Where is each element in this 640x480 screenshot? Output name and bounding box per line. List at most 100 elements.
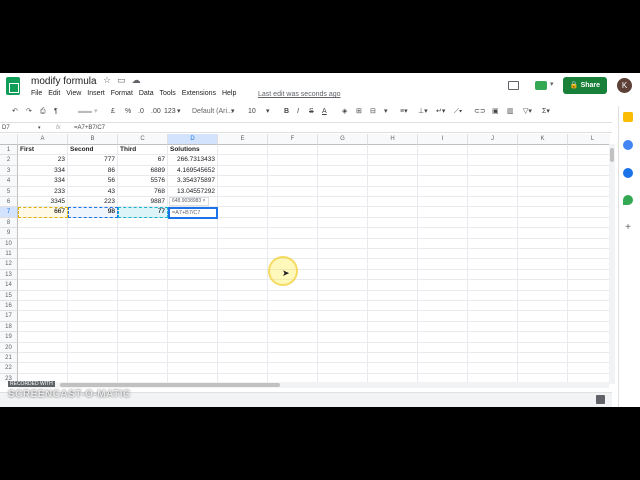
cell-k21[interactable] <box>518 353 568 364</box>
cell-j17[interactable] <box>468 311 518 322</box>
cell-h19[interactable] <box>368 332 418 343</box>
cell-c12[interactable] <box>118 259 168 270</box>
cell-h12[interactable] <box>368 259 418 270</box>
cell-k3[interactable] <box>518 165 568 177</box>
cell-c5[interactable]: 768 <box>118 186 168 197</box>
more-formats-button[interactable]: 123 <box>164 106 176 118</box>
cell-b1[interactable]: Second <box>68 145 118 156</box>
cell-d5[interactable]: 13.04557292 <box>168 186 218 197</box>
cell-k12[interactable] <box>518 259 568 270</box>
cell-l12[interactable] <box>568 259 610 270</box>
cell-e16[interactable] <box>218 301 268 312</box>
cell-l18[interactable] <box>568 322 610 333</box>
cell-b15[interactable] <box>68 290 118 301</box>
cell-a20[interactable] <box>18 342 68 353</box>
cell-a13[interactable] <box>18 269 68 281</box>
cell-c10[interactable] <box>118 238 168 249</box>
currency-format-button[interactable]: £ <box>111 106 115 118</box>
row-header-20[interactable]: 20 <box>0 342 18 353</box>
chart-icon[interactable]: ▥ <box>507 106 514 118</box>
cell-l11[interactable] <box>568 249 610 260</box>
cell-d20[interactable] <box>168 342 218 353</box>
cell-c11[interactable] <box>118 249 168 260</box>
cell-c14[interactable] <box>118 280 168 291</box>
cell-i11[interactable] <box>418 249 468 260</box>
cell-i14[interactable] <box>418 280 468 291</box>
contacts-icon[interactable] <box>623 168 633 178</box>
cell-g4[interactable] <box>318 176 368 187</box>
column-header-h[interactable]: H <box>368 134 418 145</box>
cell-c13[interactable] <box>118 269 168 281</box>
cell-i16[interactable] <box>418 301 468 312</box>
cell-j15[interactable] <box>468 290 518 301</box>
cell-a17[interactable] <box>18 311 68 322</box>
cell-d13[interactable] <box>168 269 218 281</box>
cell-f6[interactable] <box>268 197 318 208</box>
cell-a4[interactable]: 334 <box>18 176 68 187</box>
cell-g19[interactable] <box>318 332 368 343</box>
cell-k19[interactable] <box>518 332 568 343</box>
column-header-f[interactable]: F <box>268 134 318 145</box>
cell-j4[interactable] <box>468 176 518 187</box>
cell-l10[interactable] <box>568 239 610 249</box>
cell-f7[interactable] <box>268 207 318 218</box>
explore-icon[interactable] <box>596 395 605 404</box>
cell-d14[interactable] <box>168 280 218 291</box>
cell-g17[interactable] <box>318 311 368 322</box>
cell-b23[interactable] <box>68 373 118 382</box>
cell-k10[interactable] <box>518 238 568 249</box>
cell-e2[interactable] <box>218 155 268 166</box>
cell-b5[interactable]: 43 <box>68 186 118 197</box>
cell-b17[interactable] <box>68 311 118 322</box>
cell-l6[interactable] <box>568 197 610 208</box>
row-header-7[interactable]: 7 <box>0 207 18 218</box>
cell-b20[interactable] <box>68 342 118 353</box>
cell-l3[interactable] <box>568 166 610 177</box>
cell-j22[interactable] <box>468 363 518 374</box>
cell-k18[interactable] <box>518 321 568 333</box>
cell-a22[interactable] <box>18 363 68 374</box>
cell-f19[interactable] <box>268 332 318 343</box>
cell-b8[interactable] <box>68 217 118 229</box>
cell-k23[interactable] <box>518 373 568 382</box>
cell-a19[interactable] <box>18 332 68 343</box>
menu-format[interactable]: Format <box>111 90 133 97</box>
cell-e1[interactable] <box>218 145 268 156</box>
row-header-17[interactable]: 17 <box>0 311 18 322</box>
cell-a11[interactable] <box>18 249 68 260</box>
cell-b10[interactable] <box>68 238 118 249</box>
cell-j12[interactable] <box>468 259 518 270</box>
cell-d11[interactable] <box>168 249 218 260</box>
cell-g10[interactable] <box>318 238 368 249</box>
cell-f9[interactable] <box>268 228 318 239</box>
cell-l21[interactable] <box>568 353 610 364</box>
cell-b14[interactable] <box>68 280 118 291</box>
cell-i13[interactable] <box>418 269 468 281</box>
cell-e6[interactable] <box>218 197 268 208</box>
cell-e8[interactable] <box>218 217 268 229</box>
menu-view[interactable]: View <box>66 90 81 97</box>
cell-l9[interactable] <box>568 228 610 239</box>
sheets-logo-icon[interactable] <box>6 77 20 95</box>
cell-c20[interactable] <box>118 342 168 353</box>
tasks-icon[interactable] <box>623 140 633 150</box>
cell-b12[interactable] <box>68 259 118 270</box>
cell-i20[interactable] <box>418 342 468 353</box>
column-header-k[interactable]: K <box>518 134 568 145</box>
select-all-corner[interactable] <box>0 134 18 145</box>
cell-l22[interactable] <box>568 363 610 374</box>
row-header-14[interactable]: 14 <box>0 280 18 291</box>
cell-e20[interactable] <box>218 342 268 353</box>
cell-b21[interactable] <box>68 353 118 364</box>
cell-i23[interactable] <box>418 373 468 382</box>
cell-d8[interactable] <box>168 217 218 229</box>
cell-e9[interactable] <box>218 228 268 239</box>
text-color-button[interactable]: A <box>322 106 327 118</box>
cell-h16[interactable] <box>368 301 418 312</box>
cell-h15[interactable] <box>368 290 418 301</box>
cell-f17[interactable] <box>268 311 318 322</box>
active-cell-editor[interactable]: =A7+B7/C7 <box>168 207 218 219</box>
text-wrap-icon[interactable]: ↵▾ <box>436 106 445 118</box>
cell-h3[interactable] <box>368 165 418 177</box>
cell-i2[interactable] <box>418 155 468 166</box>
